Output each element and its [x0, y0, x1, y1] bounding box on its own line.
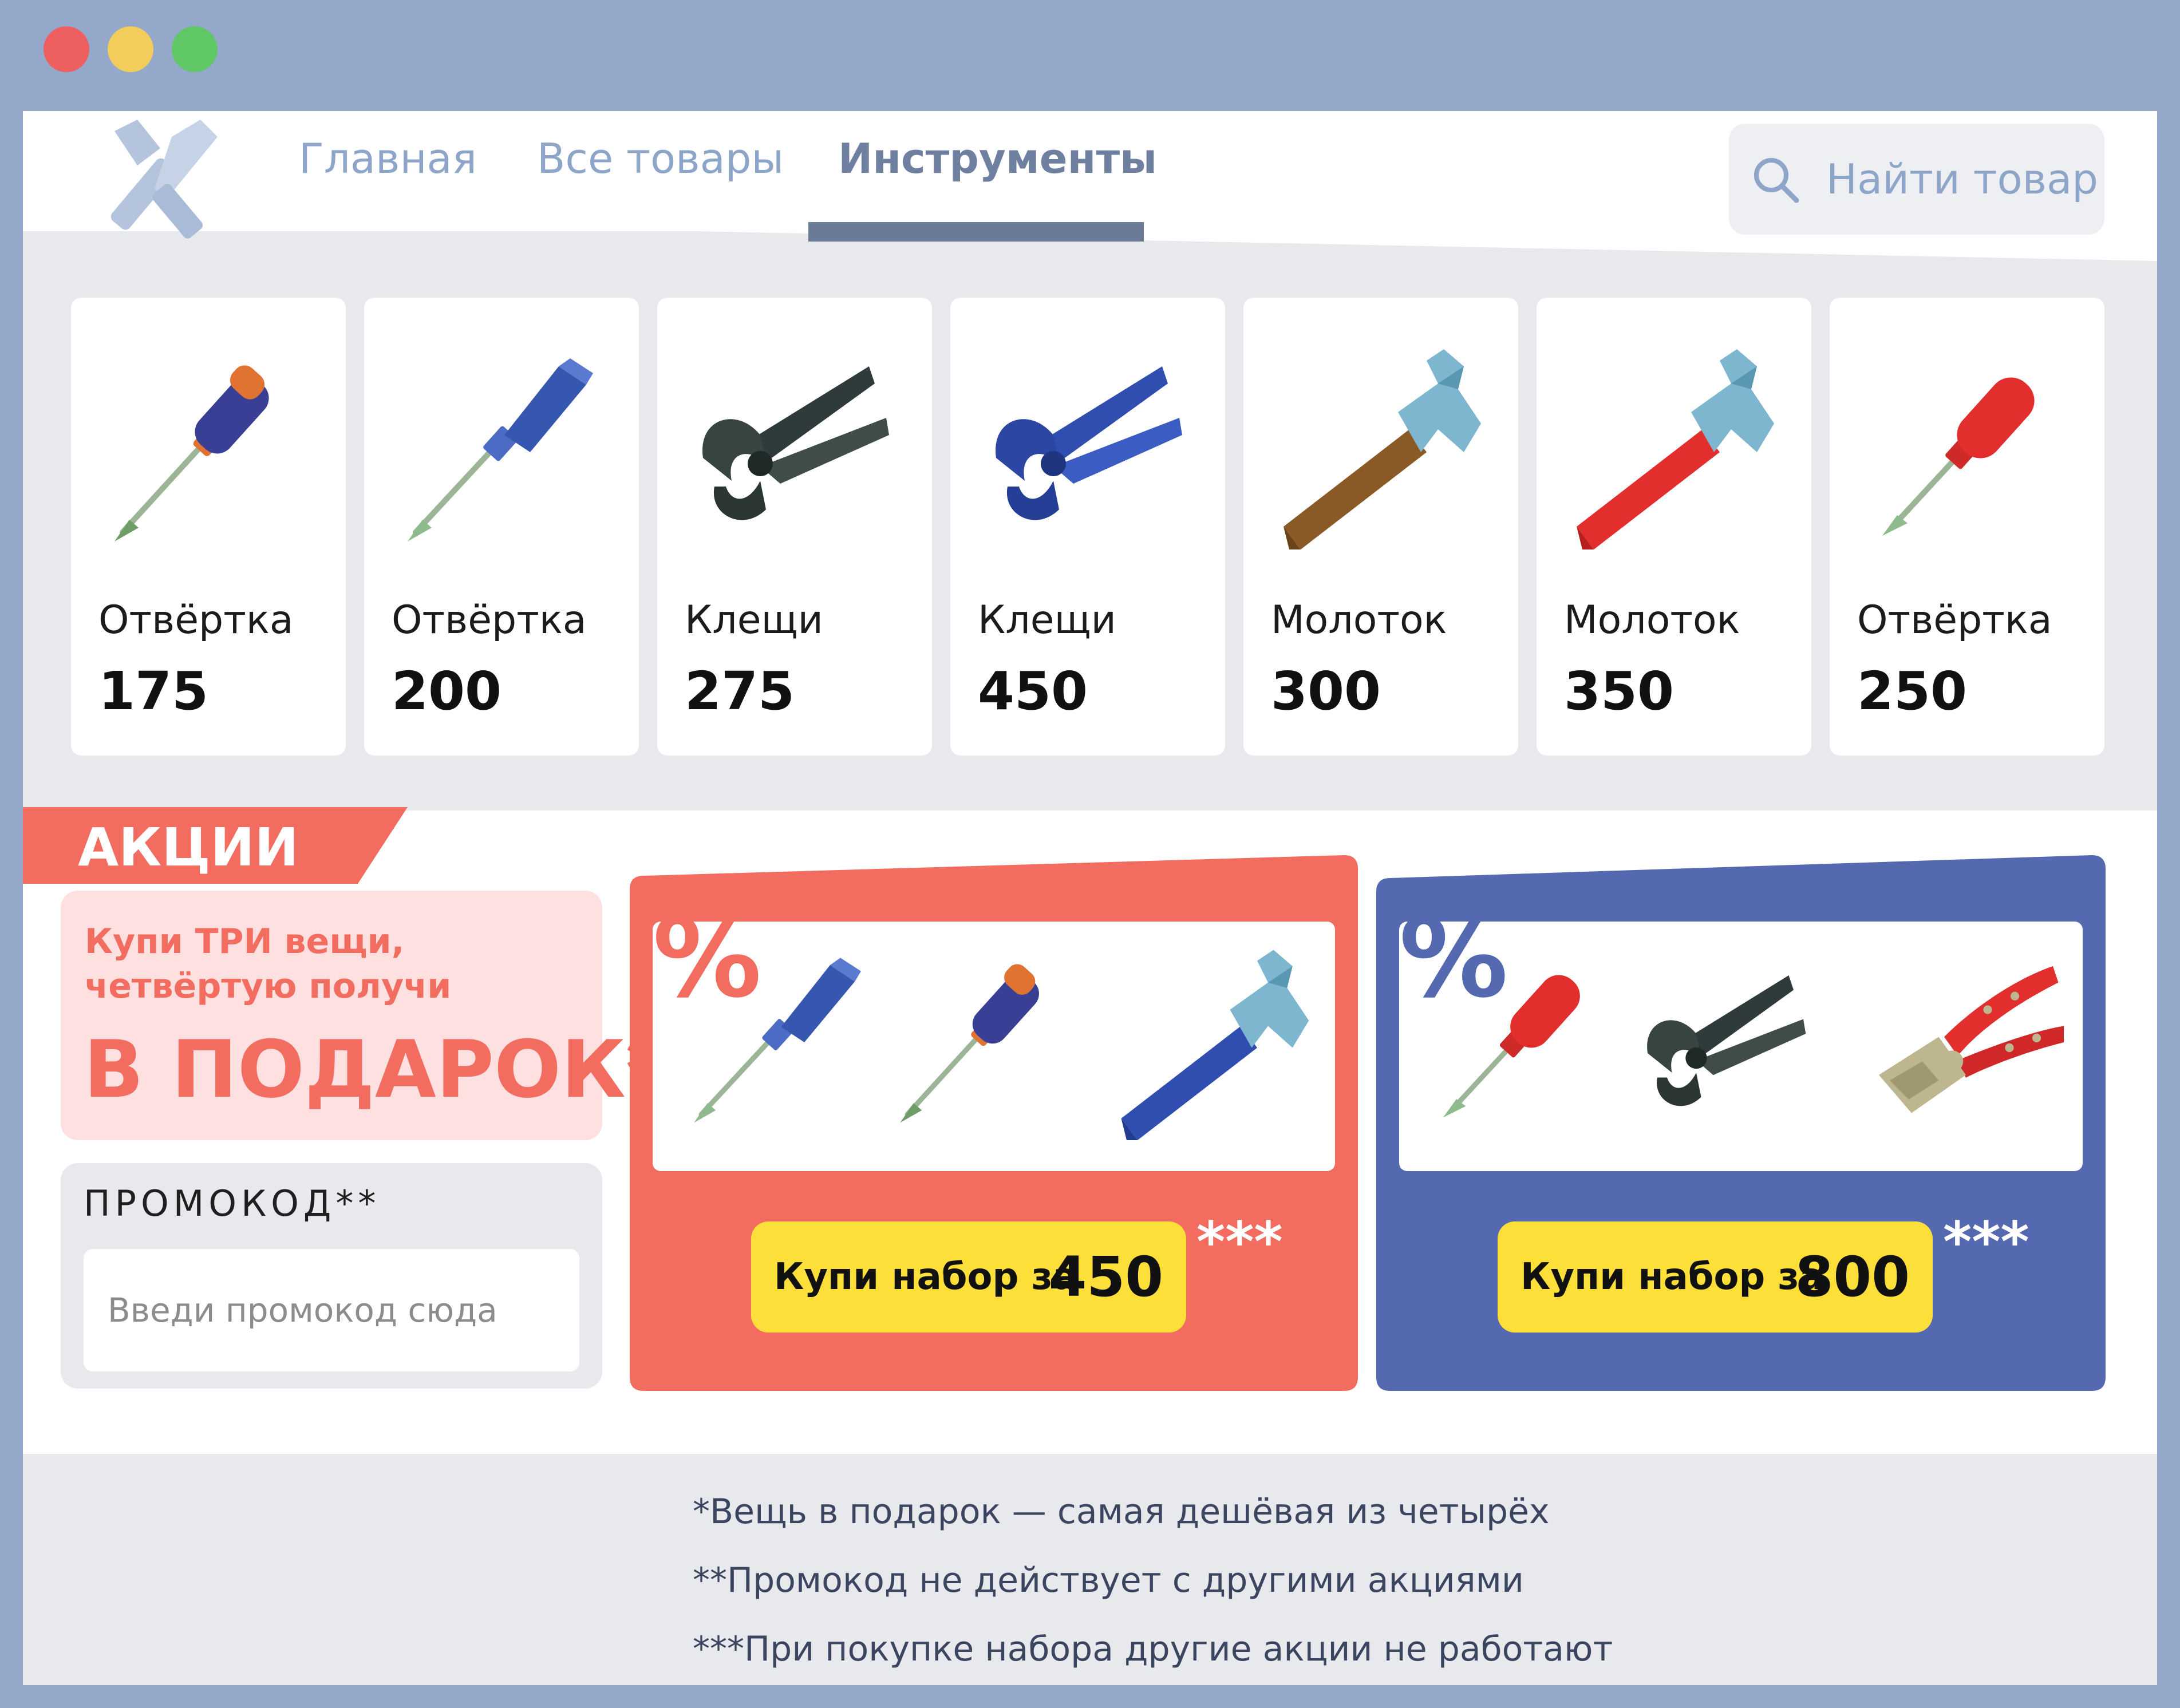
pincers-blue-icon	[996, 366, 1182, 520]
hammer-blue-icon	[1121, 950, 1309, 1140]
screwdriver-blue-orange-icon	[900, 960, 1045, 1122]
hammer-wood-icon	[1283, 349, 1481, 549]
nav-tab-home[interactable]: Главная	[299, 127, 477, 190]
bundle-offer-red: % Купи набор за 450 ***	[630, 855, 1358, 1391]
search-field[interactable]: Найти товар	[1729, 124, 2104, 235]
browser-window: Главная Все товары Инструменты Найти тов…	[0, 0, 2180, 1708]
product-card[interactable]: Отвёртка 200	[364, 298, 639, 756]
pincers-dark-icon	[702, 366, 889, 520]
product-card[interactable]: Молоток 350	[1537, 298, 1811, 756]
pliers-red-icon	[1879, 966, 2064, 1113]
pincers-dark-icon	[1647, 975, 1806, 1106]
product-name: Молоток	[1564, 598, 1740, 643]
hammer-screwdriver-logo-icon[interactable]	[97, 114, 235, 246]
buy-bundle-800-button[interactable]: Купи набор за 800	[1498, 1221, 1933, 1333]
product-name: Отвёртка	[98, 598, 294, 643]
product-price: 175	[98, 661, 209, 722]
buy-bundle-450-button[interactable]: Купи набор за 450	[751, 1221, 1186, 1333]
product-price: 350	[1564, 661, 1675, 722]
discount-badge: %	[653, 895, 762, 1022]
product-card[interactable]: Клещи 275	[657, 298, 932, 756]
bundle-items-panel: %	[1399, 904, 2083, 1171]
gift-offer-card: Купи ТРИ вещи, четвёртую получи В ПОДАРО…	[61, 891, 667, 1140]
search-placeholder: Найти товар	[1826, 155, 2098, 203]
window-maximize-button[interactable]	[172, 26, 218, 72]
bundle-items-panel: %	[653, 904, 1335, 1171]
gift-offer-headline: В ПОДАРОК*	[84, 1023, 668, 1116]
window-close-button[interactable]	[44, 26, 89, 72]
product-price: 200	[392, 661, 502, 722]
search-icon	[1754, 158, 1799, 203]
product-name: Отвёртка	[1857, 598, 2052, 643]
buy-bundle-label: Купи набор за	[774, 1256, 1077, 1298]
nav-tab-all-products[interactable]: Все товары	[537, 127, 784, 190]
hammer-red-icon	[1577, 349, 1774, 549]
product-card[interactable]: Клещи 450	[950, 298, 1225, 756]
product-price: 450	[978, 661, 1088, 722]
window-minimize-button[interactable]	[108, 26, 153, 72]
product-name: Отвёртка	[392, 598, 587, 643]
product-card[interactable]: Молоток 300	[1243, 298, 1518, 756]
screwdriver-red-icon	[1853, 343, 2082, 561]
product-name: Клещи	[978, 598, 1116, 643]
product-card[interactable]: Отвёртка 250	[1830, 298, 2104, 756]
product-price: 250	[1857, 661, 1968, 722]
gift-offer-line-2: четвёртую получи	[85, 966, 452, 1006]
gift-offer-line-1: Купи ТРИ вещи,	[85, 922, 405, 962]
discount-badge: %	[1399, 895, 1508, 1022]
product-name: Молоток	[1271, 598, 1447, 643]
screwdriver-blue-orange-icon	[94, 343, 323, 561]
promocode-panel: ПРОМОКОД**	[61, 1163, 602, 1389]
buy-bundle-price: 800	[1795, 1245, 1910, 1309]
bundle-footnote-marker: ***	[1943, 1210, 2029, 1274]
active-tab-indicator	[808, 222, 1144, 242]
buy-bundle-price: 450	[1048, 1245, 1163, 1309]
footnotes-section: *Вещь в подарок — самая дешёвая из четыр…	[23, 1454, 2157, 1685]
product-price: 275	[685, 661, 795, 722]
footnote-promocode: **Промокод не действует с другими акциям…	[693, 1560, 1524, 1600]
promocode-input[interactable]	[84, 1249, 579, 1371]
bundle-footnote-marker: ***	[1196, 1210, 1283, 1274]
page-viewport: Главная Все товары Инструменты Найти тов…	[23, 111, 2157, 1685]
nav-tab-tools[interactable]: Инструменты	[838, 127, 1157, 190]
product-price: 300	[1271, 661, 1381, 722]
footnote-gift: *Вещь в подарок — самая дешёвая из четыр…	[693, 1492, 1550, 1532]
product-name: Клещи	[685, 598, 823, 643]
screwdriver-blue-icon	[387, 343, 616, 561]
promocode-label: ПРОМОКОД**	[84, 1183, 381, 1224]
bundle-offer-blue: % Купи набор за 800 ***	[1376, 855, 2106, 1391]
product-card[interactable]: Отвёртка 175	[71, 298, 346, 756]
buy-bundle-label: Купи набор за	[1521, 1256, 1824, 1298]
promotions-title: АКЦИИ	[78, 817, 299, 878]
footnote-bundle: ***При покупке набора другие акции не ра…	[693, 1629, 1613, 1669]
